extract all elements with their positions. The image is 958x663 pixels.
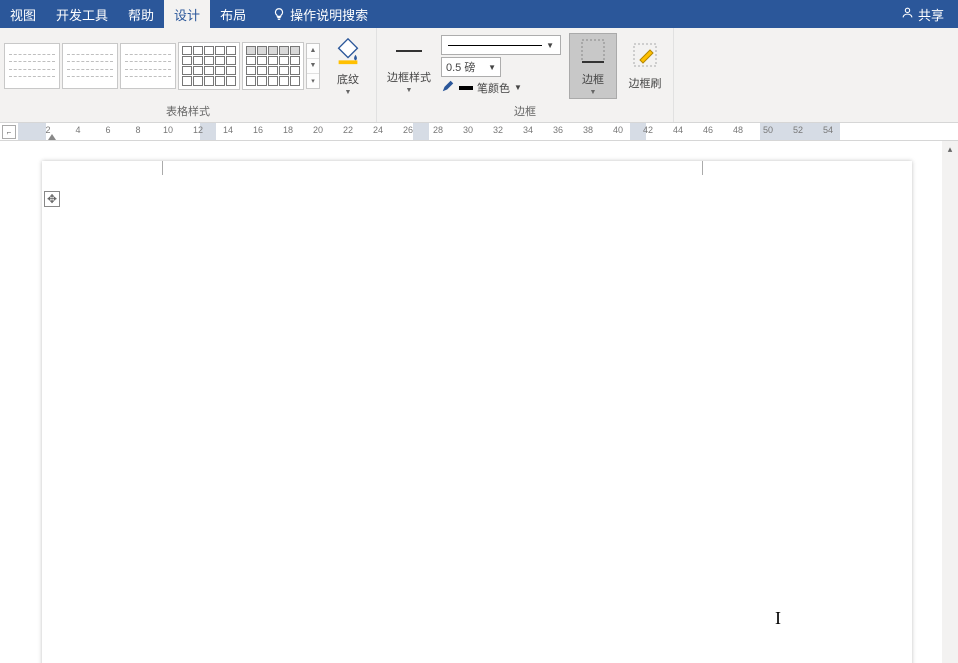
border-line-style-dropdown[interactable]: ▼ bbox=[441, 35, 561, 55]
share-icon bbox=[901, 6, 914, 22]
menu-tab-开发工具[interactable]: 开发工具 bbox=[46, 0, 118, 28]
ruler-tick: 50 bbox=[763, 125, 773, 135]
shading-label: 底纹 bbox=[337, 71, 359, 87]
share-label: 共享 bbox=[918, 5, 944, 24]
ruler-tick: 30 bbox=[463, 125, 473, 135]
lightbulb-icon bbox=[272, 7, 286, 21]
borders-label: 边框 bbox=[582, 71, 604, 87]
table-style-plain-2[interactable] bbox=[62, 43, 118, 89]
ruler-tick: 22 bbox=[343, 125, 353, 135]
ruler-tick: 14 bbox=[223, 125, 233, 135]
pen-color-button[interactable]: 笔颜色 ▼ bbox=[441, 79, 522, 96]
shading-button[interactable]: 底纹 ▼ bbox=[324, 33, 372, 99]
ruler-tick: 16 bbox=[253, 125, 263, 135]
table-styles-group: ▲▼▾ 底纹 ▼ 表格样式 bbox=[0, 28, 377, 122]
ruler-tick: 12 bbox=[193, 125, 203, 135]
ruler-tick: 42 bbox=[643, 125, 653, 135]
document-area[interactable]: ✥ I ▴ bbox=[0, 141, 958, 663]
pen-icon bbox=[441, 79, 455, 96]
ruler-tick: 48 bbox=[733, 125, 743, 135]
chevron-down-icon: ▼ bbox=[406, 87, 413, 94]
ruler-tick: 40 bbox=[613, 125, 623, 135]
table-style-gallery[interactable]: ▲▼▾ bbox=[4, 42, 320, 90]
chevron-down-icon: ▼ bbox=[514, 83, 522, 92]
menu-tab-设计[interactable]: 设计 bbox=[164, 0, 210, 28]
border-width-dropdown[interactable]: 0.5 磅▼ bbox=[441, 57, 501, 77]
ruler-tick: 32 bbox=[493, 125, 503, 135]
menu-tab-视图[interactable]: 视图 bbox=[0, 0, 46, 28]
borders-group: 边框样式 ▼ ▼ 0.5 磅▼ 笔颜色 ▼ bbox=[377, 28, 674, 122]
pen-color-swatch bbox=[459, 86, 473, 90]
table-style-plain-3[interactable] bbox=[120, 43, 176, 89]
table-move-handle[interactable]: ✥ bbox=[44, 191, 60, 207]
borders-group-label: 边框 bbox=[381, 101, 669, 122]
borders-icon bbox=[578, 36, 608, 69]
chevron-down-icon: ▼ bbox=[590, 89, 597, 96]
ruler-tick: 8 bbox=[135, 125, 140, 135]
scroll-up-icon[interactable]: ▴ bbox=[942, 141, 958, 157]
border-painter-label: 边框刷 bbox=[629, 75, 662, 91]
border-painter-button[interactable]: 边框刷 bbox=[621, 33, 669, 99]
ruler-tick: 44 bbox=[673, 125, 683, 135]
table-styles-group-label: 表格样式 bbox=[4, 101, 372, 122]
ruler-tick: 10 bbox=[163, 125, 173, 135]
border-painter-icon bbox=[630, 40, 660, 73]
tell-me-label: 操作说明搜索 bbox=[290, 5, 368, 24]
ruler-tick: 26 bbox=[403, 125, 413, 135]
ruler-tick: 6 bbox=[105, 125, 110, 135]
horizontal-ruler[interactable]: ⌐ 24681012141618202224262830323436384042… bbox=[0, 123, 958, 141]
page[interactable]: ✥ bbox=[42, 161, 912, 663]
chevron-down-icon: ▼ bbox=[345, 89, 352, 96]
ruler-tick: 52 bbox=[793, 125, 803, 135]
share-button[interactable]: 共享 bbox=[887, 5, 958, 24]
pen-color-label: 笔颜色 bbox=[477, 80, 510, 96]
menu-bar: 视图开发工具帮助设计布局 操作说明搜索 共享 bbox=[0, 0, 958, 28]
vertical-scrollbar[interactable]: ▴ bbox=[942, 141, 958, 663]
ruler-tick: 18 bbox=[283, 125, 293, 135]
table-style-grid-1[interactable] bbox=[178, 42, 240, 90]
borders-button[interactable]: 边框 ▼ bbox=[569, 33, 617, 99]
shading-icon bbox=[333, 36, 363, 69]
text-cursor-indicator: I bbox=[775, 608, 781, 629]
ruler-tick: 28 bbox=[433, 125, 443, 135]
menu-tab-布局[interactable]: 布局 bbox=[210, 0, 256, 28]
ruler-tick: 54 bbox=[823, 125, 833, 135]
ribbon: ▲▼▾ 底纹 ▼ 表格样式 边框样式 ▼ ▼ bbox=[0, 28, 958, 123]
menu-tab-帮助[interactable]: 帮助 bbox=[118, 0, 164, 28]
ruler-tick: 38 bbox=[583, 125, 593, 135]
tell-me-search[interactable]: 操作说明搜索 bbox=[256, 5, 378, 24]
ruler-tick: 34 bbox=[523, 125, 533, 135]
ruler-tick: 46 bbox=[703, 125, 713, 135]
ruler-tick: 20 bbox=[313, 125, 323, 135]
ruler-tick: 24 bbox=[373, 125, 383, 135]
tab-selector[interactable]: ⌐ bbox=[2, 125, 16, 139]
gallery-spinner[interactable]: ▲▼▾ bbox=[306, 43, 320, 89]
table-style-grid-2[interactable] bbox=[242, 42, 304, 90]
table-style-plain-1[interactable] bbox=[4, 43, 60, 89]
ruler-tick: 36 bbox=[553, 125, 563, 135]
border-style-icon bbox=[394, 38, 424, 67]
border-style-button[interactable]: 边框样式 ▼ bbox=[381, 33, 437, 99]
ruler-tick: 4 bbox=[75, 125, 80, 135]
border-style-label: 边框样式 bbox=[387, 69, 431, 85]
